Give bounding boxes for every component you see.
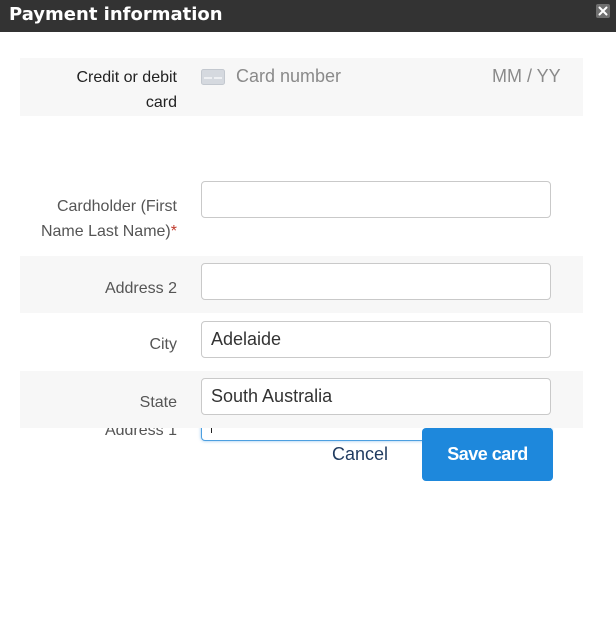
city-input[interactable]: Adelaide — [201, 321, 551, 358]
close-icon[interactable] — [596, 4, 610, 18]
state-label: State — [139, 394, 177, 411]
dialog-titlebar: Payment information — [0, 0, 616, 32]
cardholder-label: Cardholder (First Name Last Name)* — [41, 194, 177, 244]
save-card-button[interactable]: Save card — [422, 428, 553, 481]
state-row: State South Australia — [20, 371, 583, 428]
card-row: Credit or debit card Card number MM / YY — [20, 58, 583, 116]
card-expiry-input[interactable]: MM / YY — [492, 65, 561, 87]
cardholder-label-line2-wrap: Name Last Name)* — [41, 219, 177, 244]
card-number-input[interactable]: Card number — [236, 65, 341, 87]
address2-row: Address 2 — [20, 256, 583, 313]
cardholder-label-line2: Name Last Name) — [40, 223, 171, 240]
state-input[interactable]: South Australia — [201, 378, 551, 415]
card-label-line1: Credit or debit — [76, 69, 178, 86]
payment-dialog: Payment information Credit or debit card… — [0, 0, 616, 633]
dialog-title: Payment information — [9, 4, 223, 25]
address2-label: Address 2 — [104, 280, 177, 297]
required-marker: * — [170, 223, 177, 240]
cardholder-label-line1: Cardholder (First — [56, 198, 177, 215]
credit-card-icon — [201, 69, 225, 85]
cardholder-row: Cardholder (First Name Last Name)* — [20, 116, 583, 256]
card-label-line2: card — [145, 94, 177, 111]
city-row: City Adelaide — [20, 313, 583, 371]
card-label: Credit or debit card — [77, 65, 178, 115]
cancel-button[interactable]: Cancel — [332, 443, 388, 465]
address2-input[interactable] — [201, 263, 551, 300]
cardholder-input[interactable] — [201, 181, 551, 218]
city-label: City — [149, 336, 177, 353]
